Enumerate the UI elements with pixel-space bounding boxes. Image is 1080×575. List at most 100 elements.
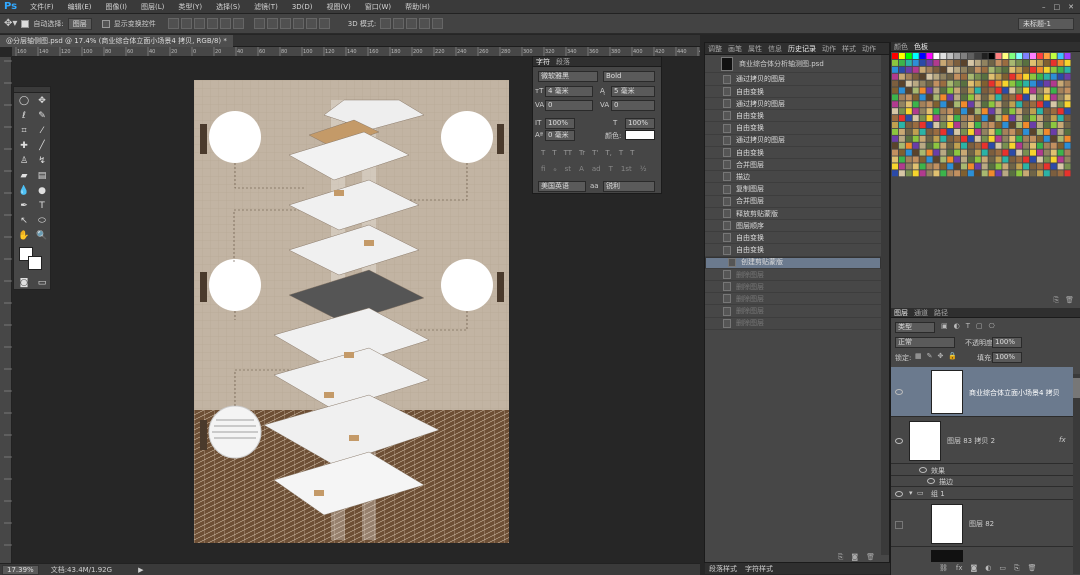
tab-actions-2[interactable]: 动作 bbox=[862, 44, 876, 54]
menu-layer[interactable]: 图层(L) bbox=[134, 2, 171, 12]
superscript-icon[interactable]: T' bbox=[592, 149, 598, 157]
swatch-cell[interactable] bbox=[1016, 80, 1023, 87]
swatch-cell[interactable] bbox=[898, 156, 905, 163]
swatch-cell[interactable] bbox=[988, 122, 995, 128]
toolbox-grip[interactable] bbox=[14, 87, 50, 93]
align-top-icon[interactable] bbox=[167, 18, 179, 29]
swatch-cell[interactable] bbox=[1002, 135, 1009, 142]
menu-help[interactable]: 帮助(H) bbox=[398, 2, 437, 12]
swatch-cell[interactable] bbox=[940, 122, 947, 128]
opentype-1-icon[interactable]: fi bbox=[541, 165, 545, 173]
swatch-cell[interactable] bbox=[974, 101, 981, 108]
swatch-cell[interactable] bbox=[933, 108, 940, 115]
swatch-cell[interactable] bbox=[988, 128, 995, 135]
swatch-cell[interactable] bbox=[926, 170, 933, 177]
swatch-cell[interactable] bbox=[926, 115, 933, 122]
swatch-cell[interactable] bbox=[967, 108, 974, 115]
swatch-cell[interactable] bbox=[926, 142, 933, 149]
swatch-cell[interactable] bbox=[1057, 53, 1064, 59]
swatch-cell[interactable] bbox=[961, 94, 967, 101]
swatch-cell[interactable] bbox=[1057, 66, 1064, 73]
swatch-cell[interactable] bbox=[974, 128, 981, 135]
swatch-cell[interactable] bbox=[1009, 73, 1016, 80]
history-item[interactable]: 删除图层 bbox=[705, 281, 881, 294]
swatch-cell[interactable] bbox=[988, 53, 995, 59]
swatch-cell[interactable] bbox=[1043, 149, 1050, 156]
swatch-cell[interactable] bbox=[1036, 142, 1043, 149]
swatch-cell[interactable] bbox=[1023, 87, 1030, 94]
swatch-cell[interactable] bbox=[1057, 115, 1064, 122]
swatch-cell[interactable] bbox=[919, 108, 926, 115]
swatch-cell[interactable] bbox=[919, 66, 926, 73]
swatch-cell[interactable] bbox=[974, 135, 981, 142]
swatch-cell[interactable] bbox=[1016, 142, 1023, 149]
swatch-cell[interactable] bbox=[898, 94, 905, 101]
swatch-cell[interactable] bbox=[905, 53, 912, 59]
swatch-cell[interactable] bbox=[1009, 66, 1016, 73]
swatch-cell[interactable] bbox=[1057, 80, 1064, 87]
swatch-cell[interactable] bbox=[892, 80, 898, 87]
swatch-cell[interactable] bbox=[933, 80, 940, 87]
swatch-cell[interactable] bbox=[1002, 53, 1009, 59]
swatch-cell[interactable] bbox=[912, 101, 919, 108]
swatch-cell[interactable] bbox=[1064, 59, 1071, 66]
visibility-eye-icon[interactable] bbox=[919, 467, 927, 473]
swatch-cell[interactable] bbox=[1057, 94, 1064, 101]
swatch-cell[interactable] bbox=[1023, 59, 1030, 66]
swatch-cell[interactable] bbox=[954, 149, 961, 156]
swatch-cell[interactable] bbox=[1030, 128, 1036, 135]
baseline-field[interactable]: 0 毫米 bbox=[545, 130, 575, 141]
underline-icon[interactable]: T bbox=[619, 149, 623, 157]
swatch-cell[interactable] bbox=[892, 73, 898, 80]
visibility-toggle[interactable] bbox=[895, 521, 903, 529]
path-select-icon[interactable]: ↖ bbox=[17, 215, 31, 228]
layer-mask-icon[interactable]: ◙ bbox=[971, 564, 978, 573]
tab-styles[interactable]: 样式 bbox=[842, 44, 856, 54]
swatch-cell[interactable] bbox=[995, 108, 1002, 115]
swatch-cell[interactable] bbox=[1002, 163, 1009, 170]
swatch-cell[interactable] bbox=[1009, 128, 1016, 135]
swatch-cell[interactable] bbox=[961, 53, 967, 59]
swatch-cell[interactable] bbox=[961, 108, 967, 115]
swatch-cell[interactable] bbox=[1023, 80, 1030, 87]
swatch-cell[interactable] bbox=[981, 128, 988, 135]
swatch-cell[interactable] bbox=[905, 101, 912, 108]
swatch-cell[interactable] bbox=[905, 108, 912, 115]
swatch-cell[interactable] bbox=[905, 142, 912, 149]
3d-roll-icon[interactable] bbox=[393, 18, 405, 29]
swatch-cell[interactable] bbox=[1057, 135, 1064, 142]
swatch-cell[interactable] bbox=[1050, 87, 1057, 94]
swatch-cell[interactable] bbox=[898, 59, 905, 66]
swatch-cell[interactable] bbox=[919, 53, 926, 59]
swatch-cell[interactable] bbox=[1016, 94, 1023, 101]
healing-brush-icon[interactable]: ✚ bbox=[17, 140, 31, 153]
history-item[interactable]: 删除图层 bbox=[705, 318, 881, 330]
swatch-cell[interactable] bbox=[1036, 73, 1043, 80]
swatch-cell[interactable] bbox=[919, 59, 926, 66]
swatch-cell[interactable] bbox=[1002, 101, 1009, 108]
swatch-cell[interactable] bbox=[933, 122, 940, 128]
swatch-cell[interactable] bbox=[1030, 80, 1036, 87]
quick-select-icon[interactable]: ✎ bbox=[35, 110, 49, 123]
swatch-cell[interactable] bbox=[1016, 115, 1023, 122]
swatch-cell[interactable] bbox=[919, 122, 926, 128]
new-group-icon[interactable]: ▭ bbox=[999, 564, 1006, 573]
swatch-cell[interactable] bbox=[933, 87, 940, 94]
swatch-cell[interactable] bbox=[940, 135, 947, 142]
swatch-cell[interactable] bbox=[954, 122, 961, 128]
swatch-cell[interactable] bbox=[919, 87, 926, 94]
swatch-cell[interactable] bbox=[926, 53, 933, 59]
history-item[interactable]: 自由变换 bbox=[705, 111, 881, 123]
menu-3d[interactable]: 3D(D) bbox=[285, 3, 320, 11]
swatch-cell[interactable] bbox=[981, 94, 988, 101]
swatch-cell[interactable] bbox=[1023, 170, 1030, 177]
swatch-cell[interactable] bbox=[1064, 108, 1071, 115]
swatch-cell[interactable] bbox=[1030, 156, 1036, 163]
swatch-cell[interactable] bbox=[892, 170, 898, 177]
swatch-cell[interactable] bbox=[1050, 59, 1057, 66]
close-icon[interactable]: ✕ bbox=[1068, 3, 1074, 11]
swatch-cell[interactable] bbox=[1057, 108, 1064, 115]
swatch-cell[interactable] bbox=[892, 163, 898, 170]
swatch-cell[interactable] bbox=[905, 66, 912, 73]
document-canvas[interactable] bbox=[194, 80, 509, 543]
